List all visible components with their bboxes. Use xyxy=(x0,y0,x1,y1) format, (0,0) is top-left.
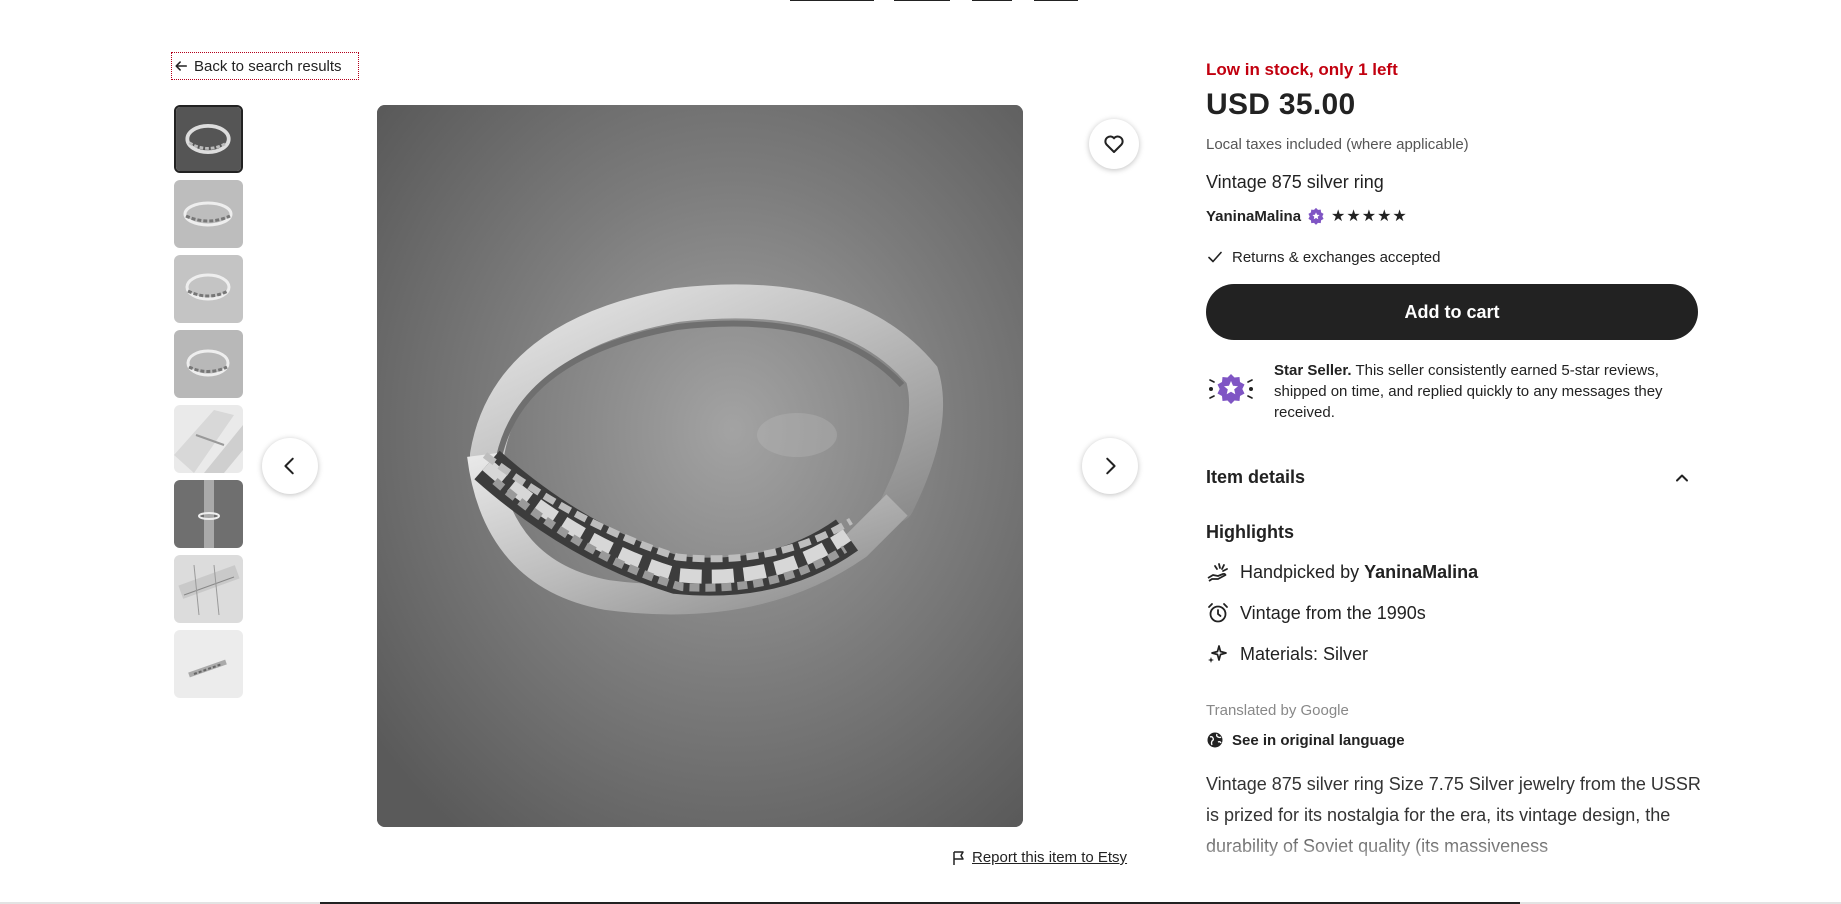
seller-row: YaninaMalina ★★★★★ xyxy=(1206,206,1698,226)
chevron-right-icon xyxy=(1106,457,1116,475)
top-link[interactable] xyxy=(972,0,1012,1)
thumbnail-1[interactable] xyxy=(174,105,243,173)
chevron-left-icon xyxy=(284,457,294,475)
item-description: Vintage 875 silver ring Size 7.75 Silver… xyxy=(1206,774,1701,856)
thumbnail-6[interactable] xyxy=(174,480,243,548)
listing-title: Vintage 875 silver ring xyxy=(1206,172,1384,192)
top-link[interactable] xyxy=(894,0,950,1)
materials-label: Materials: Silver xyxy=(1240,643,1369,664)
star-seller-text: Star Seller. This seller consistently ea… xyxy=(1274,360,1698,423)
main-product-image xyxy=(377,105,1023,827)
heart-icon xyxy=(1104,135,1124,153)
thumbnail-8[interactable] xyxy=(174,630,243,698)
handpicked-seller-link[interactable]: YaninaMalina xyxy=(1364,562,1478,583)
price: USD 35.00 xyxy=(1206,88,1356,121)
favorite-button[interactable] xyxy=(1089,119,1139,169)
next-image-button[interactable] xyxy=(1082,438,1138,494)
returns-label: Returns & exchanges accepted xyxy=(1232,248,1441,266)
item-details-toggle[interactable]: Item details xyxy=(1206,467,1698,488)
star-seller-title: Star Seller. xyxy=(1274,362,1352,379)
thumbnail-3[interactable] xyxy=(174,255,243,323)
thumbnail-7[interactable] xyxy=(174,555,243,623)
seller-name-link[interactable]: YaninaMalina xyxy=(1206,208,1301,225)
thumbnail-4[interactable] xyxy=(174,330,243,398)
listing-panel: Low in stock, only 1 left USD 35.00 Loca… xyxy=(1206,60,1701,865)
hand-sparkle-icon xyxy=(1207,563,1228,582)
checkmark-icon xyxy=(1208,251,1222,263)
back-to-search-link[interactable]: Back to search results xyxy=(171,52,359,80)
alarm-clock-icon xyxy=(1208,603,1228,623)
thumbnail-5[interactable] xyxy=(174,405,243,473)
see-original-language-button[interactable]: See in original language xyxy=(1206,731,1698,749)
previous-image-button[interactable] xyxy=(262,438,318,494)
item-details-label: Item details xyxy=(1206,467,1306,487)
thumbnail-strip xyxy=(174,105,243,705)
add-to-cart-button[interactable]: Add to cart xyxy=(1206,284,1698,340)
translated-by-note: Translated by Google xyxy=(1206,702,1349,719)
rating-stars[interactable]: ★★★★★ xyxy=(1331,206,1408,226)
stock-status: Low in stock, only 1 left xyxy=(1206,60,1398,79)
vintage-label: Vintage from the 1990s xyxy=(1240,602,1426,623)
highlight-handpicked: Handpicked by YaninaMalina xyxy=(1206,560,1698,584)
top-link[interactable] xyxy=(1034,0,1078,1)
top-link[interactable] xyxy=(790,0,874,1)
star-seller-icon xyxy=(1209,374,1253,404)
star-seller-info: Star Seller. This seller consistently ea… xyxy=(1206,360,1698,423)
taxes-note: Local taxes included (where applicable) xyxy=(1206,136,1469,153)
arrow-left-icon xyxy=(175,61,188,71)
thumbnail-2[interactable] xyxy=(174,180,243,248)
globe-icon xyxy=(1207,732,1223,748)
back-link-label: Back to search results xyxy=(194,57,342,75)
sparkles-icon xyxy=(1208,645,1227,663)
highlight-materials: Materials: Silver xyxy=(1206,642,1698,666)
flag-icon xyxy=(953,850,964,865)
handpicked-prefix: Handpicked by xyxy=(1240,561,1360,582)
report-link-label: Report this item to Etsy xyxy=(972,849,1128,866)
see-original-label: See in original language xyxy=(1232,731,1405,749)
highlight-vintage: Vintage from the 1990s xyxy=(1206,601,1698,625)
returns-info: Returns & exchanges accepted xyxy=(1206,248,1698,266)
highlights-heading: Highlights xyxy=(1206,522,1294,542)
report-item-link[interactable]: Report this item to Etsy xyxy=(951,849,1127,866)
chevron-up-icon xyxy=(1676,474,1688,481)
star-seller-badge-icon xyxy=(1308,207,1324,225)
